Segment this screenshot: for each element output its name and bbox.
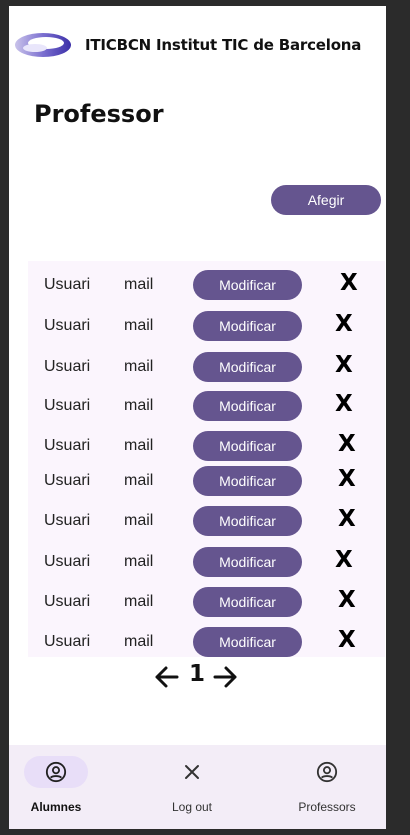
table-row: Usuari mail Modificar X (28, 504, 385, 538)
mail-cell: mail (124, 317, 154, 334)
delete-button[interactable]: X (338, 431, 356, 457)
mail-cell: mail (124, 512, 154, 529)
user-cell: Usuari (44, 593, 91, 610)
brand-name: ITICBCN Institut TIC de Barcelona (85, 36, 362, 54)
user-cell: Usuari (44, 397, 91, 414)
table-row: Usuari mail Modificar X (28, 464, 385, 498)
delete-button[interactable]: X (335, 547, 353, 573)
nav-icon-holder (160, 756, 224, 788)
modify-button[interactable]: Modificar (193, 506, 302, 536)
table-row: Usuari mail Modificar X (28, 309, 385, 343)
user-cell: Usuari (44, 358, 91, 375)
modify-button[interactable]: Modificar (193, 627, 302, 657)
nav-item-alumnes[interactable]: Alumnes (24, 745, 88, 829)
table-row: Usuari mail Modificar X (28, 429, 385, 463)
mail-cell: mail (124, 633, 154, 650)
arrow-right-icon[interactable] (212, 663, 240, 691)
nav-label: Professors (298, 800, 356, 814)
nav-label: Alumnes (30, 800, 82, 814)
user-cell: Usuari (44, 472, 91, 489)
delete-button[interactable]: X (338, 627, 356, 653)
pagination: 1 (152, 660, 240, 694)
modify-button[interactable]: Modificar (193, 431, 302, 461)
modify-button[interactable]: Modificar (193, 466, 302, 496)
account-circle-icon (45, 761, 67, 783)
nav-item-logout[interactable]: Log out (160, 745, 224, 829)
delete-button[interactable]: X (338, 587, 356, 613)
modify-button[interactable]: Modificar (193, 547, 302, 577)
nav-active-indicator (24, 756, 88, 788)
delete-button[interactable]: X (338, 466, 356, 492)
table-row: Usuari mail Modificar X (28, 268, 385, 302)
page-title: Professor (34, 100, 164, 128)
iticbcn-logo (15, 33, 71, 57)
nav-item-professors[interactable]: Professors (291, 745, 363, 829)
mail-cell: mail (124, 553, 154, 570)
delete-button[interactable]: X (335, 311, 353, 337)
user-cell: Usuari (44, 317, 91, 334)
delete-button[interactable]: X (335, 352, 353, 378)
modify-button[interactable]: Modificar (193, 270, 302, 300)
modify-button[interactable]: Modificar (193, 311, 302, 341)
user-cell: Usuari (44, 512, 91, 529)
delete-button[interactable]: X (338, 506, 356, 532)
user-cell: Usuari (44, 553, 91, 570)
nav-label: Log out (171, 800, 213, 814)
app-header: ITICBCN Institut TIC de Barcelona (13, 28, 361, 62)
mail-cell: mail (124, 358, 154, 375)
delete-button[interactable]: X (340, 270, 358, 296)
user-cell: Usuari (44, 633, 91, 650)
nav-icon-holder (295, 756, 359, 788)
table-row: Usuari mail Modificar X (28, 545, 385, 579)
user-cell: Usuari (44, 276, 91, 293)
account-circle-icon (316, 761, 338, 783)
user-cell: Usuari (44, 437, 91, 454)
current-page: 1 (189, 661, 206, 687)
modify-button[interactable]: Modificar (193, 352, 302, 382)
add-button[interactable]: Afegir (271, 185, 381, 215)
mail-cell: mail (124, 593, 154, 610)
mail-cell: mail (124, 276, 154, 293)
mail-cell: mail (124, 397, 154, 414)
close-icon (185, 765, 199, 779)
app-frame: ITICBCN Institut TIC de Barcelona Profes… (9, 6, 386, 829)
table-row: Usuari mail Modificar X (28, 389, 385, 423)
table-row: Usuari mail Modificar X (28, 350, 385, 384)
modify-button[interactable]: Modificar (193, 587, 302, 617)
mail-cell: mail (124, 472, 154, 489)
modify-button[interactable]: Modificar (193, 391, 302, 421)
bottom-navigation: Alumnes Log out Professors (9, 745, 386, 829)
delete-button[interactable]: X (335, 391, 353, 417)
mail-cell: mail (124, 437, 154, 454)
table-row: Usuari mail Modificar X (28, 585, 385, 619)
professor-table: Usuari mail Modificar X Usuari mail Modi… (28, 261, 385, 657)
table-row: Usuari mail Modificar X (28, 625, 385, 659)
arrow-left-icon[interactable] (152, 663, 180, 691)
